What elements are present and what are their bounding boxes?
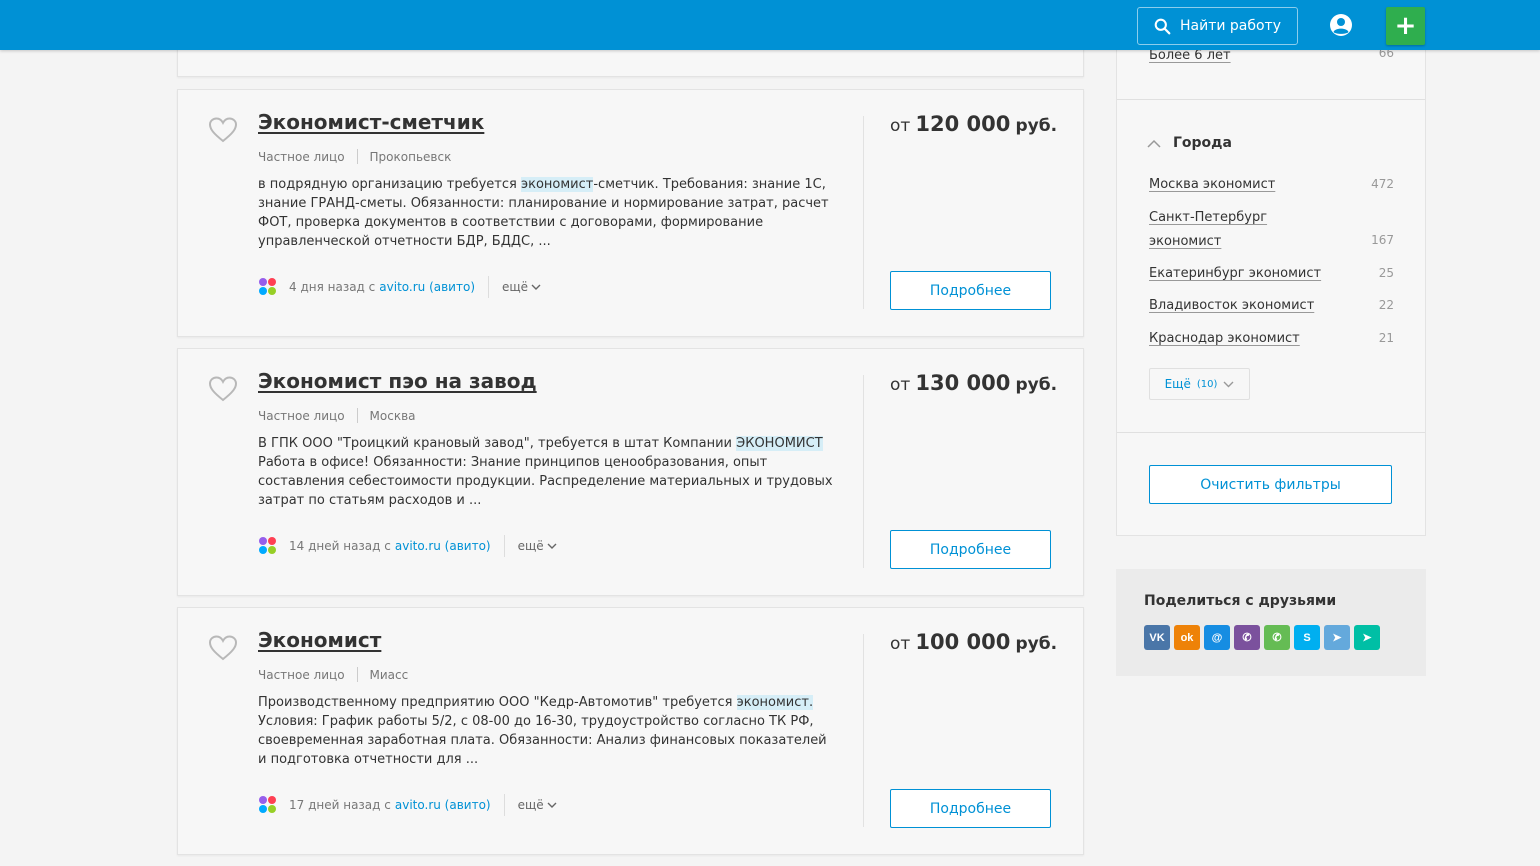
chevron-up-icon bbox=[1147, 139, 1161, 148]
filter-count: 472 bbox=[1371, 177, 1394, 191]
filter-count: 22 bbox=[1378, 298, 1394, 312]
share-title: Поделиться с друзьями bbox=[1144, 593, 1337, 609]
source-link[interactable]: avito.ru (авито) bbox=[379, 280, 475, 294]
salary: от 130 000 руб. bbox=[890, 371, 1058, 395]
source-logo-icon bbox=[259, 278, 276, 295]
details-button[interactable]: Подробнее bbox=[890, 530, 1051, 569]
details-button[interactable]: Подробнее bbox=[890, 789, 1051, 828]
details-button[interactable]: Подробнее bbox=[890, 271, 1051, 310]
job-city: Москва bbox=[369, 408, 416, 423]
cities-section-title[interactable]: Города bbox=[1147, 135, 1232, 151]
vk-icon[interactable]: VK bbox=[1144, 625, 1170, 650]
top-bar: Найти работу + bbox=[0, 0, 1540, 50]
job-card: Экономист-сметчик Частное лицо Прокопьев… bbox=[177, 89, 1084, 337]
whatsapp-icon[interactable]: ✆ bbox=[1264, 625, 1290, 650]
send-icon[interactable]: ➤ bbox=[1354, 625, 1380, 650]
posted-time: 4 дня назад с bbox=[289, 280, 376, 294]
more-dropdown[interactable]: ещё bbox=[518, 539, 557, 553]
posted-time: 14 дней назад с bbox=[289, 539, 391, 553]
chevron-down-icon bbox=[547, 543, 557, 549]
job-meta: Частное лицо Миасс bbox=[258, 667, 408, 682]
job-description: В ГПК ООО "Троицкий крановый завод", тре… bbox=[258, 436, 833, 508]
job-title[interactable]: Экономист-сметчик bbox=[258, 110, 484, 134]
posted-time: 17 дней назад с bbox=[289, 798, 391, 812]
clear-filters-button[interactable]: Очистить фильтры bbox=[1149, 465, 1392, 504]
share-icons: VK ok @ ✆ ✆ S ➤ ➤ bbox=[1144, 625, 1380, 650]
employer-type: Частное лицо bbox=[258, 149, 345, 164]
highlight: экономист bbox=[520, 177, 594, 192]
more-dropdown[interactable]: ещё bbox=[502, 280, 541, 294]
filter-city-item[interactable]: Владивосток экономист 22 bbox=[1149, 294, 1394, 318]
viber-icon[interactable]: ✆ bbox=[1234, 625, 1260, 650]
filter-city-item[interactable]: Екатеринбург экономист 25 bbox=[1149, 262, 1394, 286]
filter-count: 25 bbox=[1378, 266, 1394, 280]
filter-count: 21 bbox=[1378, 331, 1394, 345]
job-description: в подрядную организацию требуется эконом… bbox=[258, 177, 829, 249]
source-link[interactable]: avito.ru (авито) bbox=[395, 798, 491, 812]
share-block: Поделиться с друзьями VK ok @ ✆ ✆ S ➤ ➤ bbox=[1116, 569, 1426, 676]
filters-sidebar: Более 6 лет 66 Города Москва экономист 4… bbox=[1116, 20, 1426, 536]
job-title[interactable]: Экономист bbox=[258, 628, 381, 652]
odnoklassniki-icon[interactable]: ok bbox=[1174, 625, 1200, 650]
heart-icon[interactable] bbox=[208, 375, 238, 403]
chevron-down-icon bbox=[547, 802, 557, 808]
job-meta: Частное лицо Москва bbox=[258, 408, 416, 423]
source-link[interactable]: avito.ru (авито) bbox=[395, 539, 491, 553]
find-job-button[interactable]: Найти работу bbox=[1137, 7, 1298, 45]
more-dropdown[interactable]: ещё bbox=[518, 798, 557, 812]
moimir-icon[interactable]: @ bbox=[1204, 625, 1230, 650]
add-button[interactable]: + bbox=[1386, 7, 1425, 45]
job-footer: 17 дней назад с avito.ru (авито) ещё bbox=[258, 794, 557, 816]
highlight: экономист. bbox=[736, 695, 814, 710]
filter-city-item[interactable]: Санкт-Петербург экономист 167 bbox=[1149, 206, 1394, 254]
heart-icon[interactable] bbox=[208, 116, 238, 144]
skype-icon[interactable]: S bbox=[1294, 625, 1320, 650]
salary: от 120 000 руб. bbox=[890, 112, 1058, 136]
salary: от 100 000 руб. bbox=[890, 630, 1058, 654]
job-title[interactable]: Экономист пэо на завод bbox=[258, 369, 537, 393]
search-icon bbox=[1154, 18, 1171, 34]
employer-type: Частное лицо bbox=[258, 408, 345, 423]
job-card: Экономист Частное лицо Миасс Производств… bbox=[177, 607, 1084, 855]
highlight: ЭКОНОМИСТ bbox=[736, 436, 823, 451]
job-description: Производственному предприятию ООО "Кедр-… bbox=[258, 695, 827, 767]
chevron-down-icon bbox=[1223, 381, 1234, 387]
job-card: Экономист пэо на завод Частное лицо Моск… bbox=[177, 348, 1084, 596]
employer-type: Частное лицо bbox=[258, 667, 345, 682]
filter-city-item[interactable]: Краснодар экономист 21 bbox=[1149, 327, 1394, 351]
telegram-icon[interactable]: ➤ bbox=[1324, 625, 1350, 650]
job-meta: Частное лицо Прокопьевск bbox=[258, 149, 451, 164]
filter-city-item[interactable]: Москва экономист 472 bbox=[1149, 173, 1394, 197]
job-city: Миасс bbox=[369, 667, 409, 682]
job-city: Прокопьевск bbox=[369, 149, 452, 164]
heart-icon[interactable] bbox=[208, 634, 238, 662]
filter-count: 167 bbox=[1371, 233, 1394, 247]
find-job-label: Найти работу bbox=[1179, 18, 1281, 34]
show-more-cities-button[interactable]: Ещё (10) bbox=[1149, 368, 1250, 400]
source-logo-icon bbox=[259, 796, 276, 813]
source-logo-icon bbox=[259, 537, 276, 554]
job-footer: 4 дня назад с avito.ru (авито) ещё bbox=[258, 276, 541, 298]
user-icon[interactable] bbox=[1329, 13, 1353, 37]
job-footer: 14 дней назад с avito.ru (авито) ещё bbox=[258, 535, 557, 557]
chevron-down-icon bbox=[531, 284, 541, 290]
